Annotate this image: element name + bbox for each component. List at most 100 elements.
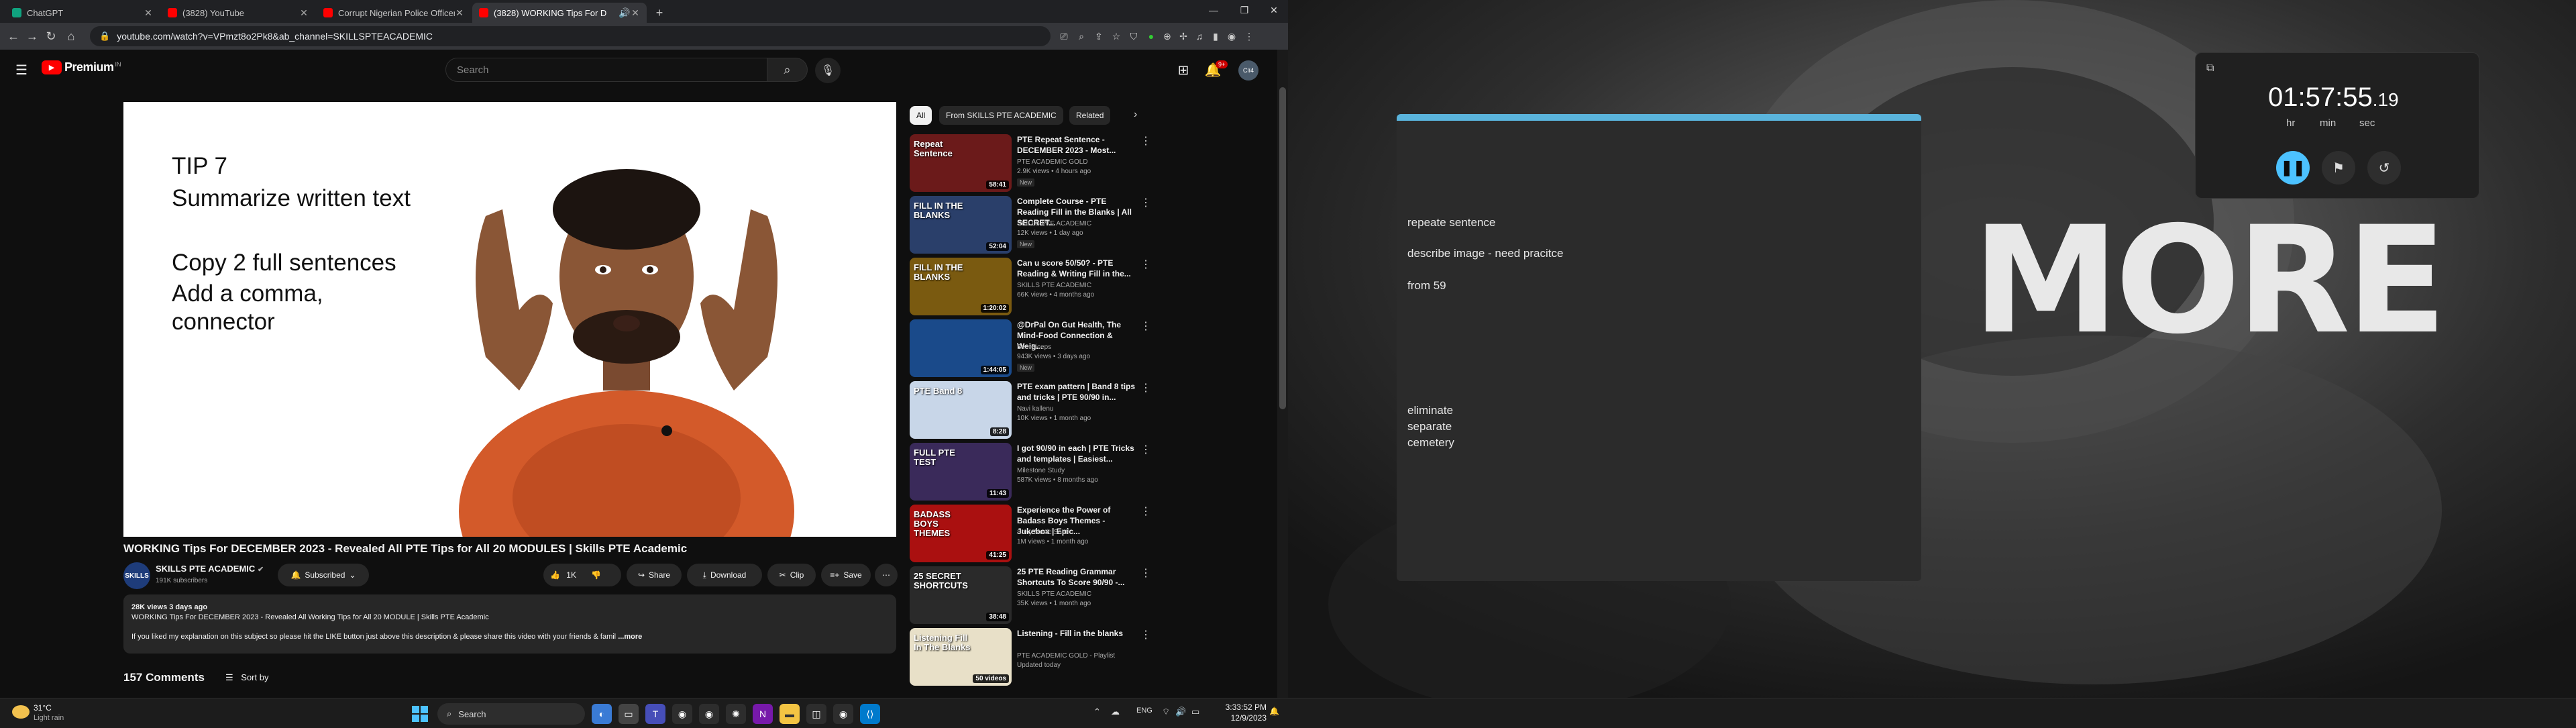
voice-search-button[interactable]: 🎙 [815, 58, 841, 83]
thumbs-down-icon[interactable]: 👎 [591, 570, 601, 580]
tab-youtube-video[interactable]: Corrupt Nigerian Police Officer - ✕ [317, 3, 471, 23]
reset-button[interactable]: ↺ [2367, 151, 2401, 185]
video-thumbnail[interactable]: BADASS BOYS THEMES 41:25 [910, 505, 1012, 562]
video-player[interactable]: TIP 7 Summarize written text Copy 2 full… [123, 102, 896, 537]
maximize-button[interactable]: ❐ [1229, 0, 1260, 20]
recommended-channel[interactable]: PTE ACADEMIC GOLD [1017, 158, 1088, 166]
more-options-icon[interactable]: ⋮ [1140, 566, 1151, 580]
reload-button[interactable]: ↻ [42, 27, 60, 46]
sidebar-icon[interactable]: ▮ [1209, 30, 1222, 43]
volume-icon[interactable]: 🔊 [1175, 707, 1186, 717]
recommended-title[interactable]: Listening - Fill in the blanks [1017, 628, 1138, 639]
chevron-right-icon[interactable]: › [1134, 109, 1137, 121]
compact-overlay-icon[interactable]: ⧉ [2206, 62, 2214, 74]
chip-related[interactable]: Related [1069, 106, 1111, 125]
taskbar-search[interactable]: ⌕ Search [437, 703, 585, 725]
video-thumbnail[interactable]: 1:44:05 [910, 319, 1012, 377]
chip-from-channel[interactable]: From SKILLS PTE ACADEMIC [939, 106, 1063, 125]
search-button[interactable]: ⌕ [767, 58, 808, 82]
more-actions-button[interactable]: ⋯ [875, 564, 898, 586]
clip-button[interactable]: ✂ Clip [767, 564, 816, 586]
more-options-icon[interactable]: ⋮ [1140, 319, 1151, 333]
video-thumbnail[interactable]: Repeat Sentence 58:41 [910, 134, 1012, 192]
task-view-icon[interactable]: ▭ [619, 704, 639, 724]
recommended-channel[interactable]: BeerBiceps [1017, 344, 1051, 351]
recommended-title[interactable]: Can u score 50/50? - PTE Reading & Writi… [1017, 258, 1138, 279]
forward-button[interactable]: → [23, 27, 42, 46]
language-indicator[interactable]: ENG [1136, 707, 1152, 715]
show-more-link[interactable]: ...more [618, 633, 642, 641]
chatgpt-app-icon[interactable]: ✺ [726, 704, 746, 724]
chevron-up-icon[interactable]: ⌃ [1093, 707, 1101, 717]
description-box[interactable]: 28K views 3 days ago WORKING Tips For DE… [123, 594, 896, 654]
recommended-channel[interactable]: PTE ACADEMIC GOLD - Playlist [1017, 652, 1115, 660]
tab-chatgpt[interactable]: ChatGPT ✕ [5, 3, 160, 23]
video-thumbnail[interactable]: FILL IN THE BLANKS 52:04 [910, 196, 1012, 254]
store-icon[interactable]: ◫ [806, 704, 826, 724]
video-thumbnail[interactable]: 25 SECRET SHORTCUTS 38:48 [910, 566, 1012, 624]
start-button[interactable] [412, 706, 428, 722]
back-button[interactable]: ← [4, 27, 23, 46]
subscribed-button[interactable]: 🔔 Subscribed ⌄ [278, 564, 369, 586]
scrollbar-thumb[interactable] [1279, 87, 1286, 409]
recommended-title[interactable]: 25 PTE Reading Grammar Shortcuts To Scor… [1017, 566, 1138, 588]
search-input[interactable]: Search [445, 58, 767, 82]
weather-temperature[interactable]: 31°C [34, 703, 52, 713]
onenote-icon[interactable]: N [753, 704, 773, 724]
recommended-video[interactable]: PTE Band 8 8:28 PTE exam pattern | Band 8 … [910, 381, 1151, 439]
recommended-title[interactable]: PTE exam pattern | Band 8 tips and trick… [1017, 381, 1138, 403]
address-bar[interactable]: 🔒 youtube.com/watch?v=VPmzt8o2Pk8&ab_cha… [90, 26, 1051, 46]
video-thumbnail[interactable]: Listening Fill In The Blanks 50 videos [910, 628, 1012, 686]
recommended-video[interactable]: 1:44:05 @DrPal On Gut Health, The Mind-Fo… [910, 319, 1151, 377]
recommended-title[interactable]: I got 90/90 in each | PTE Tricks and tem… [1017, 443, 1138, 464]
recommended-video[interactable]: FILL IN THE BLANKS 1:20:02 Can u score 50/… [910, 258, 1151, 315]
close-icon[interactable]: ✕ [455, 7, 464, 19]
chrome-icon[interactable]: ◉ [672, 704, 692, 724]
profile-icon[interactable]: ◉ [1225, 30, 1238, 43]
channel-avatar[interactable]: SKILLS [123, 562, 150, 589]
weather-icon[interactable] [12, 705, 30, 719]
recommended-video[interactable]: FULL PTE TEST 11:43 I got 90/90 in each | … [910, 443, 1151, 501]
lap-button[interactable]: ⚑ [2322, 151, 2355, 185]
youtube-logo[interactable]: ▶ Premium IN [42, 60, 121, 74]
tab-youtube-active[interactable]: (3828) WORKING Tips For D 🔊 ✕ [472, 3, 647, 23]
taskbar-time[interactable]: 3:33:52 PM [1220, 703, 1267, 712]
video-thumbnail[interactable]: FILL IN THE BLANKS 1:20:02 [910, 258, 1012, 315]
avatar[interactable]: Clí4 [1238, 60, 1258, 81]
copilot-icon[interactable]: ◐ [592, 704, 612, 724]
extension-icon[interactable]: ⊕ [1161, 30, 1174, 43]
minimize-button[interactable]: — [1198, 0, 1229, 20]
close-icon[interactable]: ✕ [631, 7, 640, 19]
menu-icon[interactable]: ⋮ [1242, 30, 1256, 43]
file-explorer-icon[interactable]: ▬ [780, 704, 800, 724]
close-icon[interactable]: ✕ [144, 7, 153, 19]
video-thumbnail[interactable]: PTE Band 8 8:28 [910, 381, 1012, 439]
chip-all[interactable]: All [910, 106, 932, 125]
download-button[interactable]: ⤓ Download [687, 564, 762, 586]
recommended-channel[interactable]: SKILLS PTE ACADEMIC [1017, 220, 1091, 227]
recommended-channel[interactable]: SKILLS PTE ACADEMIC [1017, 590, 1091, 598]
sort-comments-button[interactable]: ☰ Sort by [225, 672, 268, 683]
zoom-icon[interactable]: ⌕ [1075, 30, 1088, 43]
more-options-icon[interactable]: ⋮ [1140, 134, 1151, 148]
recommended-channel[interactable]: Milestone Study [1017, 467, 1065, 474]
recommended-video[interactable]: Repeat Sentence 58:41 PTE Repeat Sentence … [910, 134, 1151, 192]
hamburger-menu-icon[interactable]: ☰ [11, 59, 32, 81]
puzzle-icon[interactable]: ✢ [1177, 30, 1190, 43]
more-options-icon[interactable]: ⋮ [1140, 196, 1151, 209]
media-icon[interactable]: ♫ [1193, 30, 1206, 43]
more-options-icon[interactable]: ⋮ [1140, 443, 1151, 456]
recommended-title[interactable]: PTE Repeat Sentence - DECEMBER 2023 - Mo… [1017, 134, 1138, 156]
save-button[interactable]: ≡+ Save [821, 564, 871, 586]
cloud-icon[interactable]: ☁ [1111, 707, 1120, 717]
weather-description[interactable]: Light rain [34, 714, 64, 722]
recommended-channel[interactable]: Sony Music South [1017, 529, 1071, 536]
chrome-profile-icon[interactable]: ◉ [699, 704, 719, 724]
recommended-video[interactable]: BADASS BOYS THEMES 41:25 Experience the Po… [910, 505, 1151, 562]
recommended-video[interactable]: 25 SECRET SHORTCUTS 38:48 25 PTE Reading G… [910, 566, 1151, 624]
battery-icon[interactable]: ▭ [1191, 707, 1199, 717]
speaker-icon[interactable]: 🔊 [619, 7, 630, 19]
taskbar-date[interactable]: 12/9/2023 [1220, 713, 1267, 723]
share-button[interactable]: ↪ Share [627, 564, 682, 586]
close-window-button[interactable]: ✕ [1258, 0, 1288, 20]
